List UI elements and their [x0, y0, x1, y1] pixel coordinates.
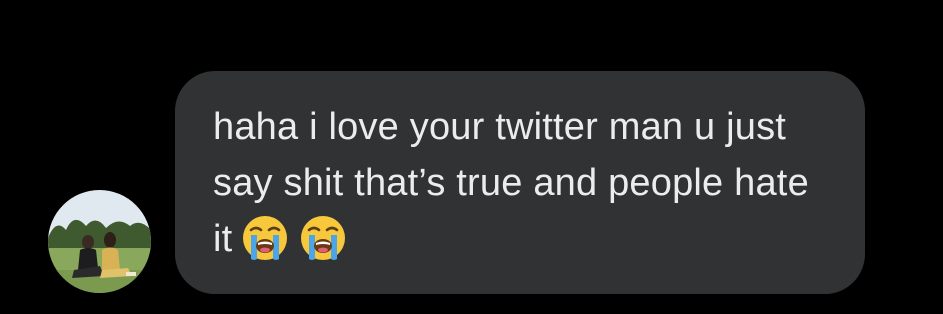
avatar-photo — [48, 190, 151, 293]
sender-avatar[interactable] — [48, 190, 151, 293]
loudly-crying-face-icon — [240, 213, 290, 263]
loudly-crying-face-icon — [298, 213, 348, 263]
message-bubble[interactable]: haha i love your twitter man u just say … — [175, 71, 865, 294]
message-text-block: haha i love your twitter man u just say … — [213, 99, 833, 267]
chat-screen: haha i love your twitter man u just say … — [0, 0, 943, 314]
